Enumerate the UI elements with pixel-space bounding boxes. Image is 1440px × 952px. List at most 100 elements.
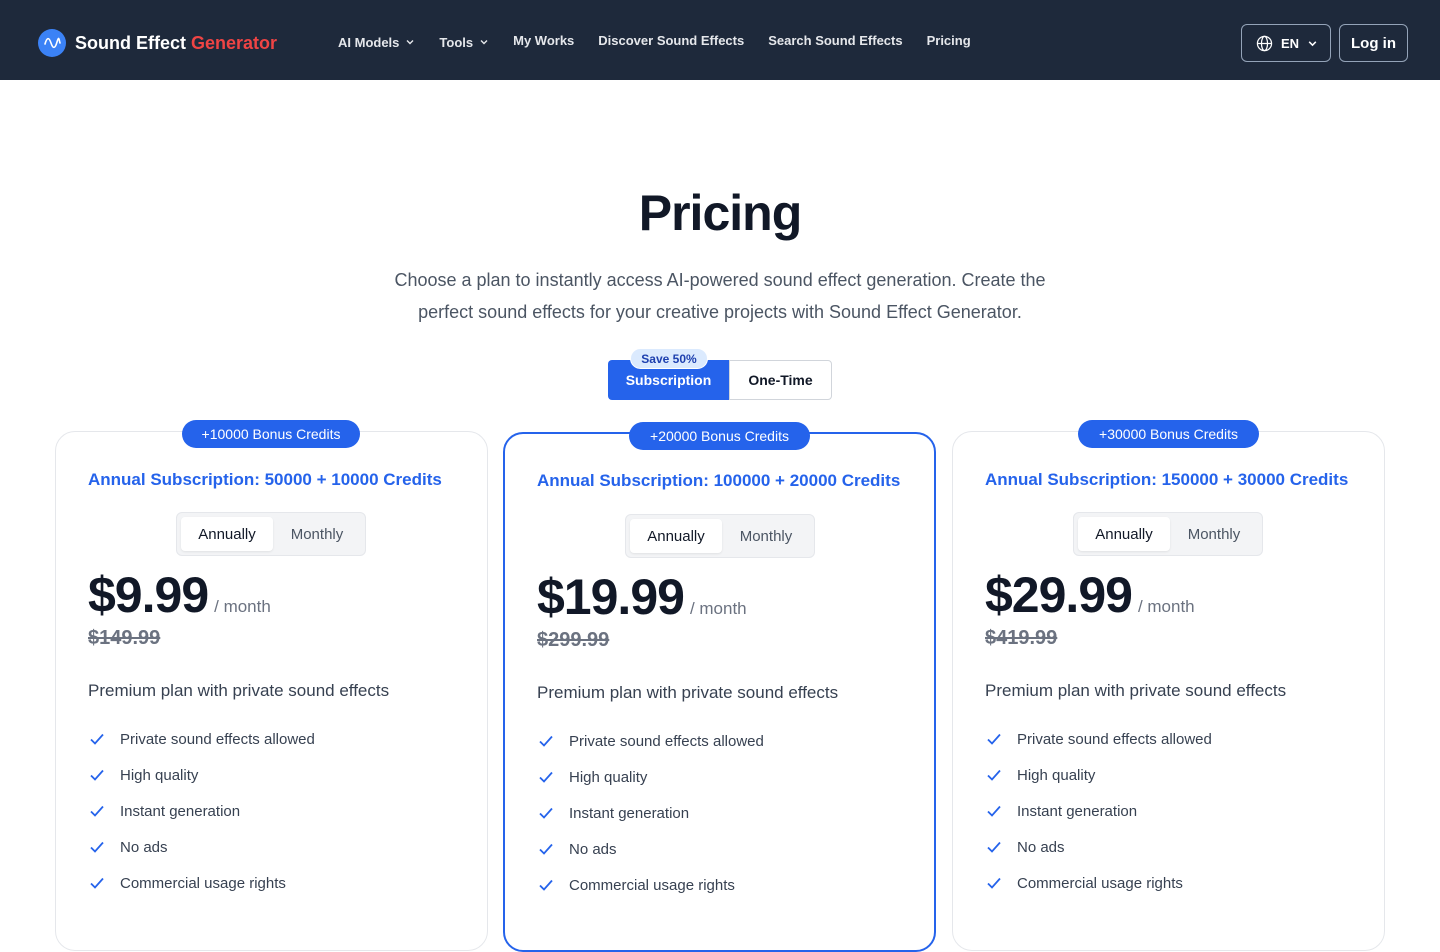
annually-option[interactable]: Annually xyxy=(630,519,722,553)
feature-item: Commercial usage rights xyxy=(985,865,1212,901)
feature-item: High quality xyxy=(537,759,764,795)
login-button[interactable]: Log in xyxy=(1339,24,1408,62)
original-price: $299.99 xyxy=(537,629,610,651)
brand-name: Sound Effect Generator xyxy=(75,33,277,54)
price: $29.99 xyxy=(985,567,1133,623)
monthly-option[interactable]: Monthly xyxy=(722,519,810,553)
brand-name-main: Sound Effect xyxy=(75,32,186,53)
plan-title: Annual Subscription: 50000 + 10000 Credi… xyxy=(88,470,442,489)
feature-label: Instant generation xyxy=(569,804,690,822)
feature-label: Commercial usage rights xyxy=(120,874,286,892)
feature-label: No ads xyxy=(1017,838,1065,856)
feature-item: High quality xyxy=(88,757,315,793)
feature-label: High quality xyxy=(120,766,199,784)
billing-period-toggle: Annually Monthly xyxy=(176,512,366,556)
check-icon xyxy=(539,879,553,891)
check-icon xyxy=(987,805,1001,817)
feature-item: Private sound effects allowed xyxy=(537,723,764,759)
feature-item: No ads xyxy=(537,831,764,867)
feature-label: No ads xyxy=(120,838,168,856)
feature-label: High quality xyxy=(1017,766,1096,784)
feature-label: High quality xyxy=(569,768,648,786)
page-subtitle: Choose a plan to instantly access AI-pow… xyxy=(394,270,1046,322)
brand[interactable]: Sound Effect Generator xyxy=(38,29,277,57)
feature-item: High quality xyxy=(985,757,1212,793)
billing-period-toggle: Annually Monthly xyxy=(1073,512,1263,556)
price: $19.99 xyxy=(537,569,685,625)
feature-label: Commercial usage rights xyxy=(1017,874,1183,892)
feature-item: No ads xyxy=(985,829,1212,865)
check-icon xyxy=(90,841,104,853)
feature-label: Commercial usage rights xyxy=(569,876,735,894)
check-icon xyxy=(539,735,553,747)
nav-item-search-sound-effects[interactable]: Search Sound Effects xyxy=(768,33,902,48)
brand-name-accent: Generator xyxy=(191,32,278,53)
check-icon xyxy=(90,877,104,889)
check-icon xyxy=(987,841,1001,853)
feature-item: Instant generation xyxy=(985,793,1212,829)
check-icon xyxy=(987,877,1001,889)
feature-list: Private sound effects allowed High quali… xyxy=(985,721,1212,901)
nav-item-my-works[interactable]: My Works xyxy=(513,33,574,48)
billing-period-toggle: Annually Monthly xyxy=(625,514,815,558)
globe-icon xyxy=(1256,35,1273,51)
price: $9.99 xyxy=(88,567,209,623)
nav-item-label: Pricing xyxy=(926,32,971,48)
pricing-card: Annual Subscription: 50000 + 10000 Credi… xyxy=(55,431,488,951)
plan-description: Premium plan with private sound effects xyxy=(985,681,1287,700)
check-icon xyxy=(539,771,553,783)
language-value: EN xyxy=(1281,35,1300,51)
monthly-option[interactable]: Monthly xyxy=(1170,517,1258,551)
pricing-card-featured: Annual Subscription: 100000 + 20000 Cred… xyxy=(503,432,936,952)
check-icon xyxy=(539,843,553,855)
original-price: $419.99 xyxy=(985,627,1058,649)
plan-description: Premium plan with private sound effects xyxy=(537,683,839,702)
feature-list: Private sound effects allowed High quali… xyxy=(88,721,315,901)
feature-item: Private sound effects allowed xyxy=(88,721,315,757)
plan-description: Premium plan with private sound effects xyxy=(88,681,390,700)
nav-item-pricing[interactable]: Pricing xyxy=(927,33,971,48)
pricing-card: Annual Subscription: 150000 + 30000 Cred… xyxy=(952,431,1385,951)
feature-label: Private sound effects allowed xyxy=(569,732,764,750)
feature-label: Private sound effects allowed xyxy=(120,730,315,748)
feature-label: Instant generation xyxy=(1017,802,1138,820)
chevron-down-icon xyxy=(1308,40,1317,46)
nav-item-label: Discover Sound Effects xyxy=(598,32,745,48)
price-period: / month xyxy=(214,597,271,616)
feature-label: No ads xyxy=(569,840,617,858)
check-icon xyxy=(90,805,104,817)
nav-item-label: My Works xyxy=(513,32,575,48)
feature-item: Private sound effects allowed xyxy=(985,721,1212,757)
bonus-credits-badge: +20000 Bonus Credits xyxy=(629,422,810,450)
chevron-down-icon xyxy=(406,40,414,45)
original-price: $149.99 xyxy=(88,627,161,649)
plan-title: Annual Subscription: 150000 + 30000 Cred… xyxy=(985,470,1349,489)
one-time-tab[interactable]: One-Time xyxy=(729,360,832,400)
bonus-credits-badge: +10000 Bonus Credits xyxy=(182,420,360,448)
feature-label: Instant generation xyxy=(120,802,241,820)
annually-option[interactable]: Annually xyxy=(1078,517,1170,551)
nav-item-tools[interactable]: Tools xyxy=(439,35,489,50)
check-icon xyxy=(90,733,104,745)
feature-item: No ads xyxy=(88,829,315,865)
price-row: $9.99 / month xyxy=(88,566,271,624)
save-badge: Save 50% xyxy=(630,348,708,369)
nav-item-label: Search Sound Effects xyxy=(768,32,903,48)
monthly-option[interactable]: Monthly xyxy=(273,517,361,551)
chevron-down-icon xyxy=(480,40,488,45)
nav-item-ai-models[interactable]: AI Models xyxy=(338,35,415,50)
nav-item-discover-sound-effects[interactable]: Discover Sound Effects xyxy=(598,33,744,48)
feature-item: Commercial usage rights xyxy=(537,867,764,903)
annually-option[interactable]: Annually xyxy=(181,517,273,551)
language-selector[interactable]: EN xyxy=(1241,24,1331,62)
price-row: $19.99 / month xyxy=(537,568,747,626)
check-icon xyxy=(987,733,1001,745)
check-icon xyxy=(539,807,553,819)
check-icon xyxy=(987,769,1001,781)
nav-item-label: Tools xyxy=(439,34,474,50)
feature-label: Private sound effects allowed xyxy=(1017,730,1212,748)
feature-item: Commercial usage rights xyxy=(88,865,315,901)
price-period: / month xyxy=(689,599,747,618)
wave-icon xyxy=(38,29,66,57)
nav-item-label: AI Models xyxy=(338,34,400,50)
